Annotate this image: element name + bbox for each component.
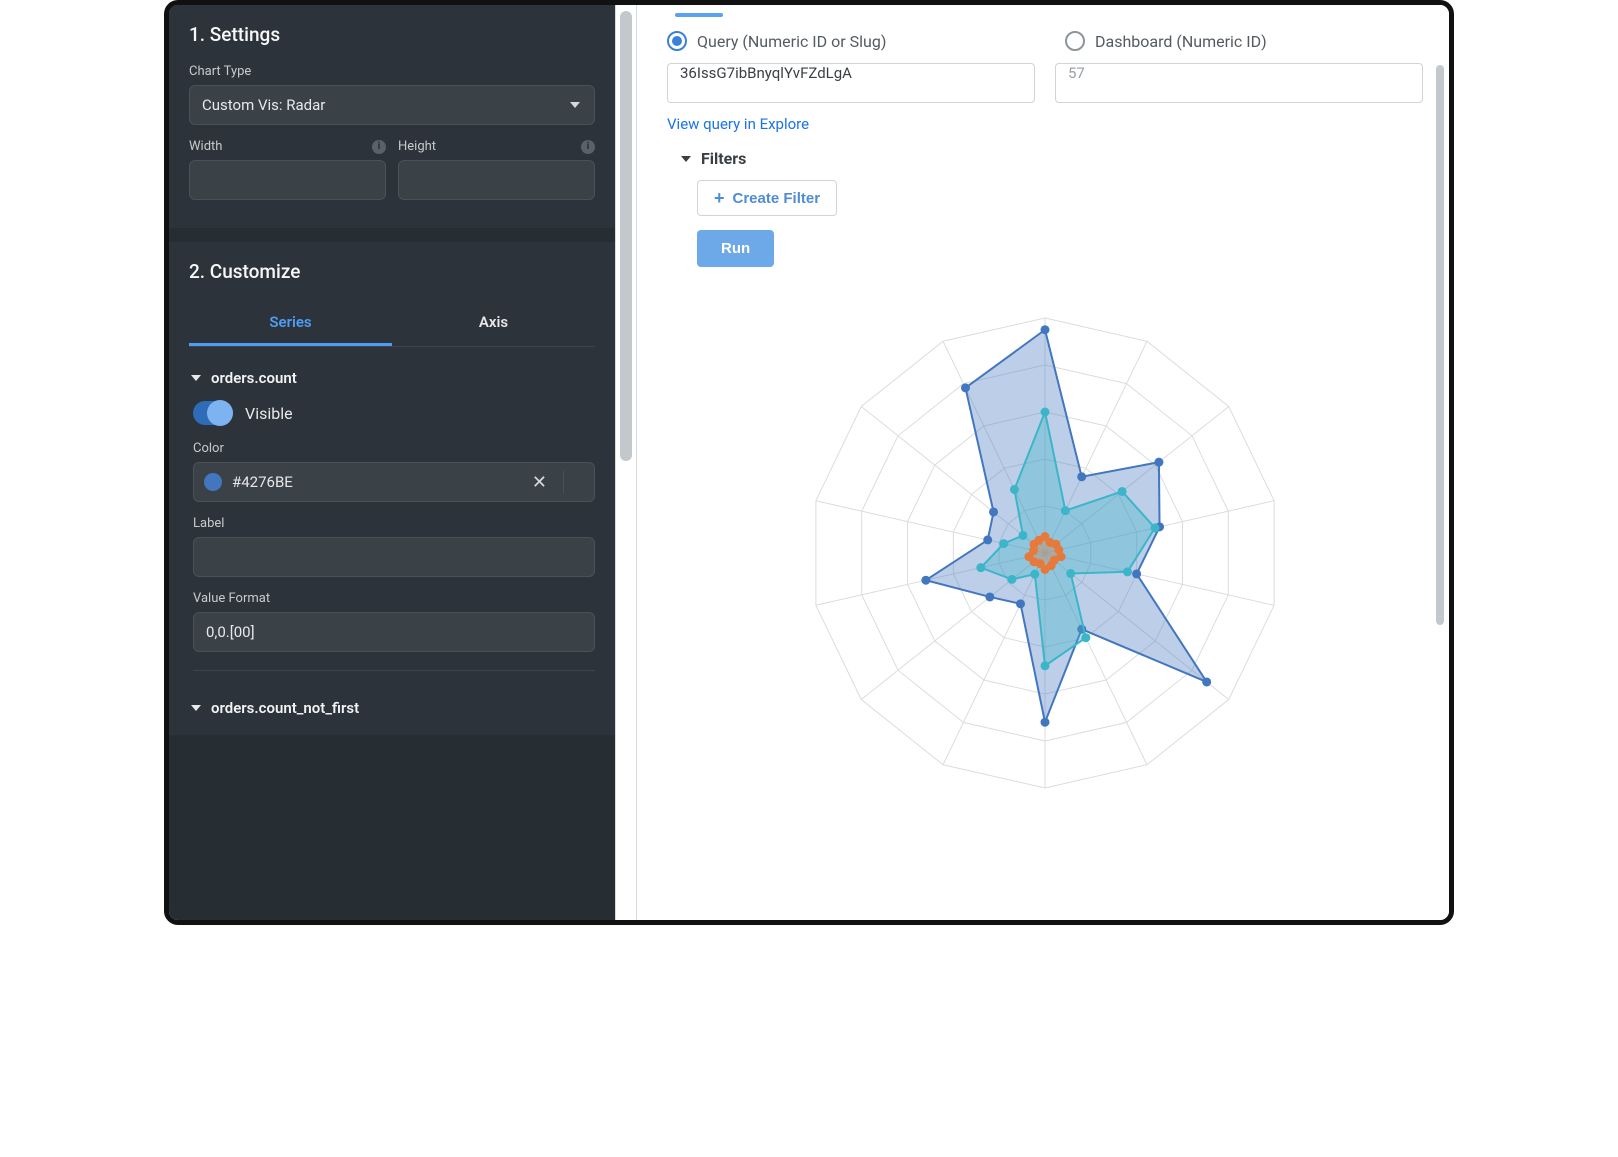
source-radio-query[interactable]: Query (Numeric ID or Slug) bbox=[667, 31, 1025, 51]
query-id-value: 36IssG7ibBnyqlYvFZdLgA bbox=[680, 64, 852, 82]
chart-type-value: Custom Vis: Radar bbox=[202, 96, 325, 114]
customize-tabs: Series Axis bbox=[189, 301, 595, 347]
run-button[interactable]: Run bbox=[697, 230, 774, 267]
series-header-orders-count-not-first[interactable]: orders.count_not_first bbox=[189, 699, 595, 717]
main-scrollbar[interactable] bbox=[1433, 65, 1447, 910]
dashboard-radio-label: Dashboard (Numeric ID) bbox=[1095, 32, 1267, 51]
dashboard-id-input[interactable]: 57 bbox=[1055, 63, 1423, 103]
divider bbox=[193, 670, 595, 671]
customize-section: 2. Customize Series Axis orders.count Vi… bbox=[169, 242, 615, 735]
chevron-down-icon[interactable] bbox=[574, 473, 586, 492]
info-icon[interactable]: i bbox=[581, 140, 595, 154]
visible-toggle[interactable] bbox=[193, 401, 233, 425]
query-id-input[interactable]: 36IssG7ibBnyqlYvFZdLgA bbox=[667, 63, 1035, 103]
settings-section: 1. Settings Chart Type Custom Vis: Radar… bbox=[169, 5, 615, 228]
scrollbar-thumb[interactable] bbox=[1436, 65, 1444, 625]
filters-header[interactable]: Filters bbox=[681, 149, 1423, 168]
settings-title: 1. Settings bbox=[189, 23, 595, 46]
color-input[interactable]: #4276BE ✕ bbox=[193, 462, 595, 502]
value-format-value: 0,0.[00] bbox=[206, 623, 255, 641]
main-panel: Query (Numeric ID or Slug) Dashboard (Nu… bbox=[637, 5, 1449, 920]
series-name: orders.count_not_first bbox=[211, 699, 359, 717]
height-input[interactable] bbox=[398, 160, 595, 200]
color-swatch bbox=[204, 473, 222, 491]
sidebar-scrollbar[interactable] bbox=[615, 5, 637, 920]
settings-sidebar: 1. Settings Chart Type Custom Vis: Radar… bbox=[169, 5, 615, 920]
series-header-orders-count[interactable]: orders.count bbox=[189, 369, 595, 387]
chevron-down-icon bbox=[570, 102, 580, 108]
clear-icon[interactable]: ✕ bbox=[526, 472, 553, 493]
color-value: #4276BE bbox=[232, 473, 516, 491]
color-label: Color bbox=[193, 441, 595, 456]
active-tab-indicator bbox=[675, 13, 723, 17]
query-radio-label: Query (Numeric ID or Slug) bbox=[697, 32, 886, 51]
chart-type-label: Chart Type bbox=[189, 64, 595, 79]
chevron-down-icon bbox=[191, 705, 201, 711]
filters-label: Filters bbox=[701, 149, 746, 168]
value-format-input[interactable]: 0,0.[00] bbox=[193, 612, 595, 652]
tab-axis[interactable]: Axis bbox=[392, 301, 595, 346]
create-filter-button[interactable]: + Create Filter bbox=[697, 180, 837, 216]
width-label: Width bbox=[189, 139, 222, 154]
value-format-label: Value Format bbox=[193, 591, 595, 606]
source-radio-dashboard[interactable]: Dashboard (Numeric ID) bbox=[1065, 31, 1423, 51]
series-panel: orders.count Visible Color #4276BE ✕ bbox=[189, 347, 595, 735]
radio-icon bbox=[1065, 31, 1085, 51]
chevron-down-icon bbox=[191, 375, 201, 381]
view-query-link[interactable]: View query in Explore bbox=[667, 115, 809, 133]
label-label: Label bbox=[193, 516, 595, 531]
scrollbar-thumb[interactable] bbox=[620, 11, 632, 461]
create-filter-label: Create Filter bbox=[733, 190, 821, 207]
customize-title: 2. Customize bbox=[189, 260, 595, 283]
series-name: orders.count bbox=[211, 369, 297, 387]
radar-chart bbox=[667, 283, 1423, 823]
height-label: Height bbox=[398, 139, 436, 154]
plus-icon: + bbox=[714, 189, 725, 207]
radio-icon bbox=[667, 31, 687, 51]
chevron-down-icon bbox=[681, 156, 691, 162]
width-input[interactable] bbox=[189, 160, 386, 200]
label-input[interactable] bbox=[193, 537, 595, 577]
chart-type-select[interactable]: Custom Vis: Radar bbox=[189, 85, 595, 125]
tab-series[interactable]: Series bbox=[189, 301, 392, 346]
info-icon[interactable]: i bbox=[372, 140, 386, 154]
separator bbox=[563, 471, 564, 493]
visible-label: Visible bbox=[245, 404, 293, 423]
dashboard-id-placeholder: 57 bbox=[1068, 64, 1085, 82]
